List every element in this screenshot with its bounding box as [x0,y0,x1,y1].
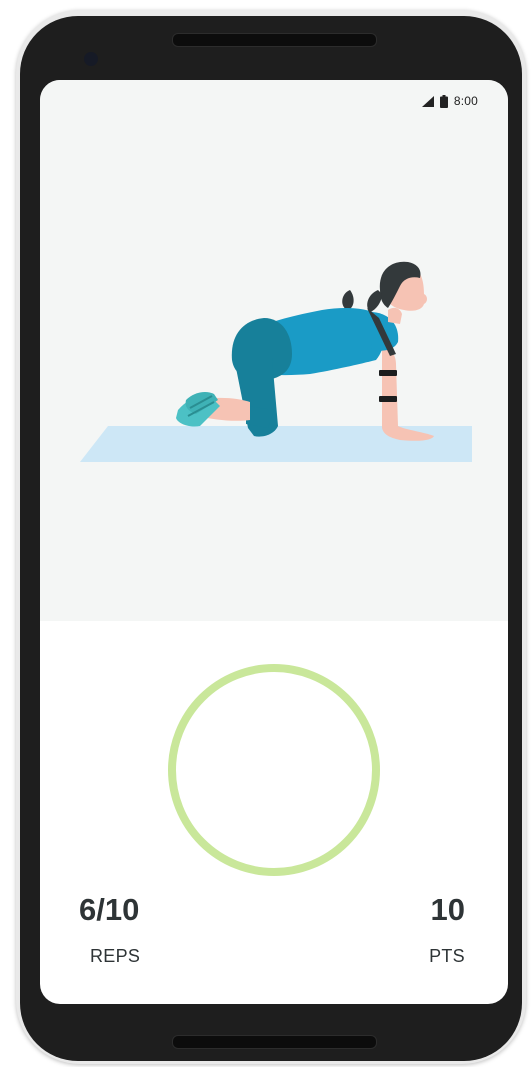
arm-sensor-band [379,370,397,376]
hair-bun [342,290,354,310]
earpiece-speaker [172,33,377,47]
neck [388,307,402,324]
points-label: PTS [429,946,465,966]
bottom-speaker [172,1035,377,1049]
status-bar: 8:00 [421,94,478,108]
rep-progress-ring [168,664,380,876]
ponytail [367,290,382,312]
app-screen: 8:00 6/10 REPS 10 PTS [40,80,508,1004]
exercise-illustration-panel: 8:00 [40,80,508,621]
arm-sensor-band [379,396,397,402]
reps-label: REPS [90,946,141,966]
cellular-signal-icon [421,95,434,107]
cat-cow-pose-illustration [80,261,472,462]
points-count: 10 [430,892,465,927]
front-camera [84,52,98,66]
reps-count: 6/10 [79,892,140,927]
status-time: 8:00 [453,94,478,108]
battery-icon [439,94,448,108]
